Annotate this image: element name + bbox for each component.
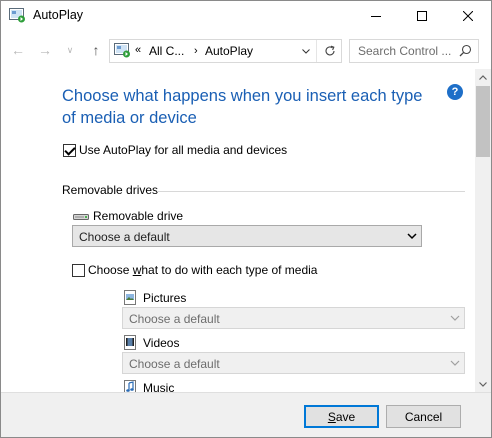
minimize-button[interactable]	[353, 1, 399, 31]
chevron-down-icon: ∨	[66, 44, 74, 55]
chevron-down-icon	[479, 381, 487, 387]
arrow-up-icon: ↑	[92, 42, 100, 58]
use-autoplay-label[interactable]: Use AutoPlay for all media and devices	[79, 143, 287, 157]
chevron-down-icon	[450, 357, 460, 372]
control-panel-icon	[9, 8, 26, 23]
pictures-select-value: Choose a default	[129, 312, 220, 326]
back-button[interactable]: ←	[7, 40, 29, 60]
chevron-up-icon	[479, 74, 487, 80]
videos-label: Videos	[143, 336, 180, 350]
pictures-label: Pictures	[143, 291, 187, 305]
pictures-icon	[124, 290, 136, 308]
autoplay-window: AutoPlay ← → ∨ ↑ « All C... › AutoPlay S…	[0, 0, 492, 438]
music-label: Music	[143, 381, 175, 392]
up-button[interactable]: ↑	[85, 40, 107, 60]
search-box[interactable]: Search Control ...	[349, 39, 479, 63]
chevron-right-icon: ›	[194, 45, 198, 57]
maximize-icon	[417, 11, 427, 21]
label-part: Choose	[88, 263, 133, 277]
address-box[interactable]: « All C... › AutoPlay	[109, 39, 342, 63]
page-heading: Choose what happens when you insert each…	[62, 87, 423, 127]
maximize-button[interactable]	[399, 1, 445, 31]
choose-per-media-checkbox[interactable]	[72, 264, 85, 277]
removable-drive-select[interactable]: Choose a default	[72, 225, 422, 247]
address-dropdown-button[interactable]	[296, 40, 316, 62]
chevron-down-icon	[407, 230, 417, 245]
save-button[interactable]: Save	[304, 405, 379, 428]
save-accelerator: S	[327, 409, 336, 424]
chevron-down-icon	[302, 48, 310, 54]
navigation-bar: ← → ∨ ↑ « All C... › AutoPlay Search Con…	[1, 31, 491, 69]
use-autoplay-checkbox[interactable]	[63, 144, 76, 157]
videos-icon	[124, 335, 136, 353]
close-icon	[463, 11, 473, 21]
videos-select[interactable]: Choose a default	[122, 352, 465, 374]
search-icon	[459, 44, 472, 60]
refresh-icon	[325, 45, 335, 56]
scroll-down-button[interactable]	[475, 376, 491, 392]
scroll-thumb[interactable]	[476, 86, 490, 157]
main-content: Choose what happens when you insert each…	[1, 69, 475, 392]
dialog-footer: Save Cancel	[1, 392, 491, 437]
forward-button[interactable]: →	[34, 40, 56, 60]
pictures-select[interactable]: Choose a default	[122, 307, 465, 329]
title-bar: AutoPlay	[1, 1, 491, 31]
removable-drives-heading: Removable drives	[62, 183, 159, 197]
section-divider	[157, 191, 465, 192]
help-icon[interactable]: ?	[447, 84, 463, 100]
music-icon	[124, 380, 136, 392]
refresh-button[interactable]	[316, 40, 342, 62]
search-input[interactable]: Search Control ...	[358, 44, 451, 58]
chevron-down-icon	[450, 312, 460, 327]
save-label: ave	[335, 409, 356, 424]
vertical-scrollbar[interactable]	[475, 69, 491, 392]
removable-drive-select-value: Choose a default	[79, 230, 170, 244]
scroll-up-button[interactable]	[475, 69, 491, 85]
arrow-left-icon: ←	[11, 42, 25, 58]
close-button[interactable]	[445, 1, 491, 31]
cancel-button[interactable]: Cancel	[386, 405, 461, 428]
breadcrumb-all-control-panel[interactable]: All C...	[149, 44, 184, 58]
window-title: AutoPlay	[33, 8, 84, 22]
breadcrumb-autoplay[interactable]: AutoPlay	[205, 44, 253, 58]
control-panel-icon	[114, 43, 131, 58]
breadcrumb-overflow[interactable]: «	[135, 44, 141, 56]
choose-per-media-label[interactable]: Choose what to do with each type of medi…	[88, 263, 317, 277]
drive-icon	[73, 211, 89, 225]
minimize-icon	[371, 16, 381, 17]
videos-select-value: Choose a default	[129, 357, 220, 371]
arrow-right-icon: →	[38, 42, 52, 58]
recent-locations-button[interactable]: ∨	[59, 40, 81, 60]
label-part: hat to do with each type of media	[141, 263, 318, 277]
removable-drive-label: Removable drive	[93, 209, 184, 223]
